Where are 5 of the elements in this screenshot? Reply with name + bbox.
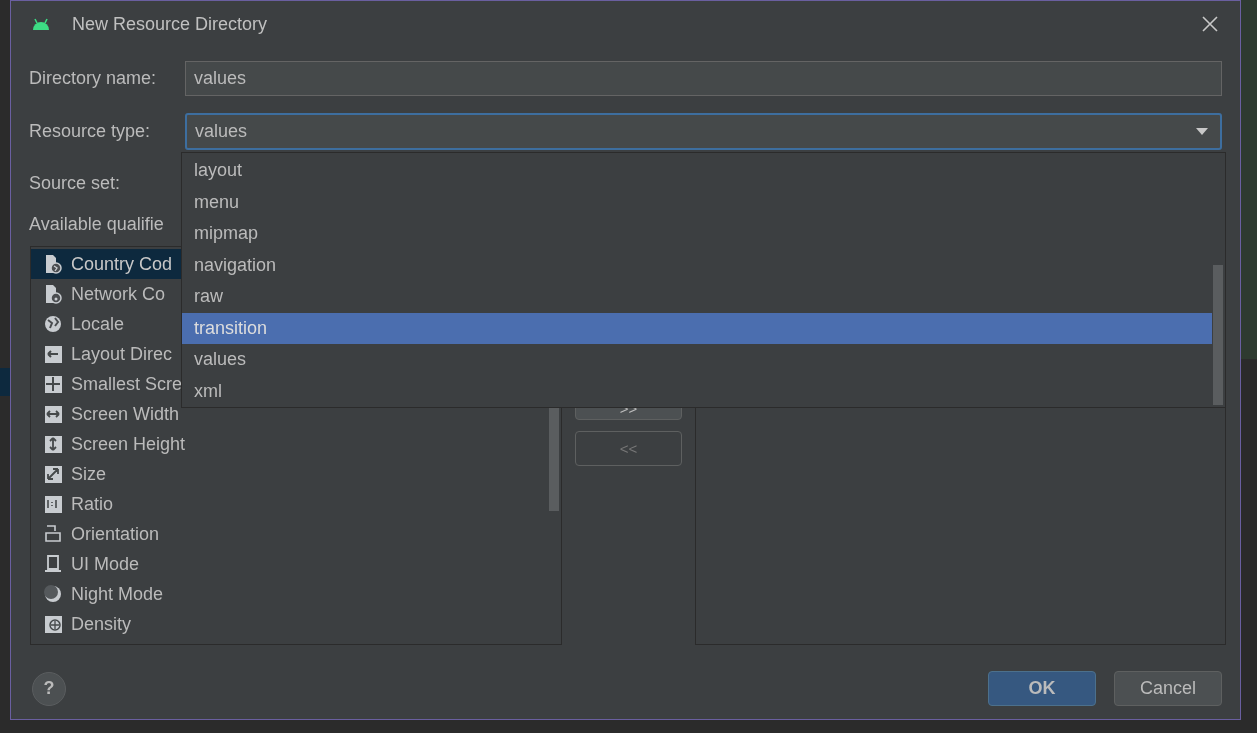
field-label: Source set:	[29, 172, 122, 194]
section-label: Available qualifie	[29, 213, 165, 235]
window-title: New Resource Directory	[72, 13, 269, 35]
field-label: Resource type:	[29, 121, 152, 142]
field-label: Directory name:	[29, 68, 158, 89]
